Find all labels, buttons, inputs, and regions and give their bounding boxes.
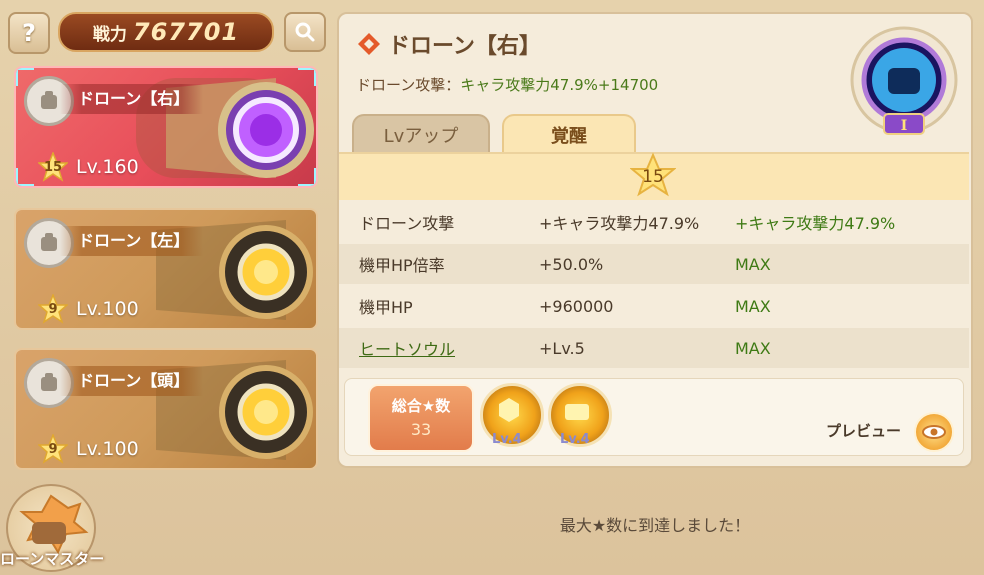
drone-card-head[interactable]: ドローン【頭】 9 Lv.100 [14, 348, 318, 470]
stat-current: +50.0% [539, 254, 604, 274]
power-value: 767701 [132, 18, 240, 46]
diamond-icon [358, 33, 380, 55]
detail-title-row: ドローン【右】 [356, 28, 541, 60]
preview-label[interactable]: プレビュー [826, 420, 901, 441]
stat-row: ヒートソウル +Lv.5 MAX [339, 328, 969, 368]
stat-name: 機甲HP [359, 298, 413, 317]
star-level-value: 15 [642, 167, 664, 187]
search-button[interactable] [284, 12, 326, 52]
tab-awaken[interactable]: 覚醒 [502, 114, 636, 154]
drone-level: Lv.160 [76, 156, 139, 178]
selection-corner [16, 68, 34, 86]
help-button[interactable]: ? [8, 12, 50, 54]
detail-subtitle: ドローン攻撃：キャラ攻撃力47.9%+14700 [356, 74, 658, 95]
stat-row: 機甲HP倍率 +50.0% MAX [339, 244, 969, 284]
preview-button[interactable] [914, 412, 954, 452]
drone-level: Lv.100 [76, 438, 139, 460]
drone-card-name: ドローン【左】 [60, 226, 204, 256]
drone-card-left[interactable]: ドローン【左】 9 Lv.100 [14, 208, 318, 330]
search-icon [295, 22, 315, 42]
total-stars-value: 33 [410, 420, 432, 439]
bonus-level: Lv.4 [560, 432, 590, 447]
selection-corner [298, 168, 316, 186]
status-message: 最大★数に到達しました！ [559, 516, 751, 535]
subtitle-prefix: ドローン攻撃： [356, 76, 461, 94]
drone-level: Lv.100 [76, 298, 139, 320]
power-display: 戦力 767701 [58, 12, 274, 52]
stat-row: ドローン攻撃 +キャラ攻撃力47.9% +キャラ攻撃力47.9% [339, 202, 969, 242]
star-icon: 15 [37, 150, 69, 182]
stat-next: MAX [735, 338, 771, 358]
drone-card-name: ドローン【頭】 [60, 366, 204, 396]
stat-next: +キャラ攻撃力47.9% [735, 214, 896, 233]
stat-current: +キャラ攻撃力47.9% [539, 214, 700, 233]
selection-corner [16, 168, 34, 186]
stat-next: MAX [735, 254, 771, 274]
total-stars-badge[interactable]: 総合★数 33 [368, 384, 474, 452]
stat-current: +Lv.5 [539, 338, 585, 358]
star-count: 9 [48, 301, 58, 317]
detail-title: ドローン【右】 [388, 34, 541, 59]
drone-emblem-icon: I [850, 26, 958, 135]
subtitle-value: キャラ攻撃力47.9%+14700 [460, 76, 659, 94]
drone-master-label: ローンマスター [0, 550, 105, 568]
power-label: 戦力 [92, 24, 127, 45]
eye-icon [922, 425, 946, 439]
heat-soul-link[interactable]: ヒートソウル [359, 336, 455, 360]
bonus-level: Lv.4 [492, 432, 522, 447]
stat-next: MAX [735, 296, 771, 316]
emblem-rank: I [901, 118, 908, 134]
star-icon: 9 [37, 432, 69, 464]
stat-current: +960000 [539, 296, 614, 316]
stat-row: 機甲HP +960000 MAX [339, 286, 969, 326]
star-icon: 9 [37, 292, 69, 324]
stat-name: 機甲HP倍率 [359, 256, 445, 275]
stat-name: ドローン攻撃 [359, 214, 455, 233]
tab-level-up[interactable]: Lvアップ [352, 114, 490, 154]
selection-corner [298, 68, 316, 86]
drone-card-right[interactable]: ドローン【右】 15 Lv.160 [14, 66, 318, 188]
drone-card-name: ドローン【右】 [60, 84, 204, 114]
star-count: 15 [43, 159, 63, 175]
total-stars-label: 総合★数 [391, 397, 451, 415]
star-level-badge: 15 [629, 152, 677, 198]
star-count: 9 [48, 441, 58, 457]
